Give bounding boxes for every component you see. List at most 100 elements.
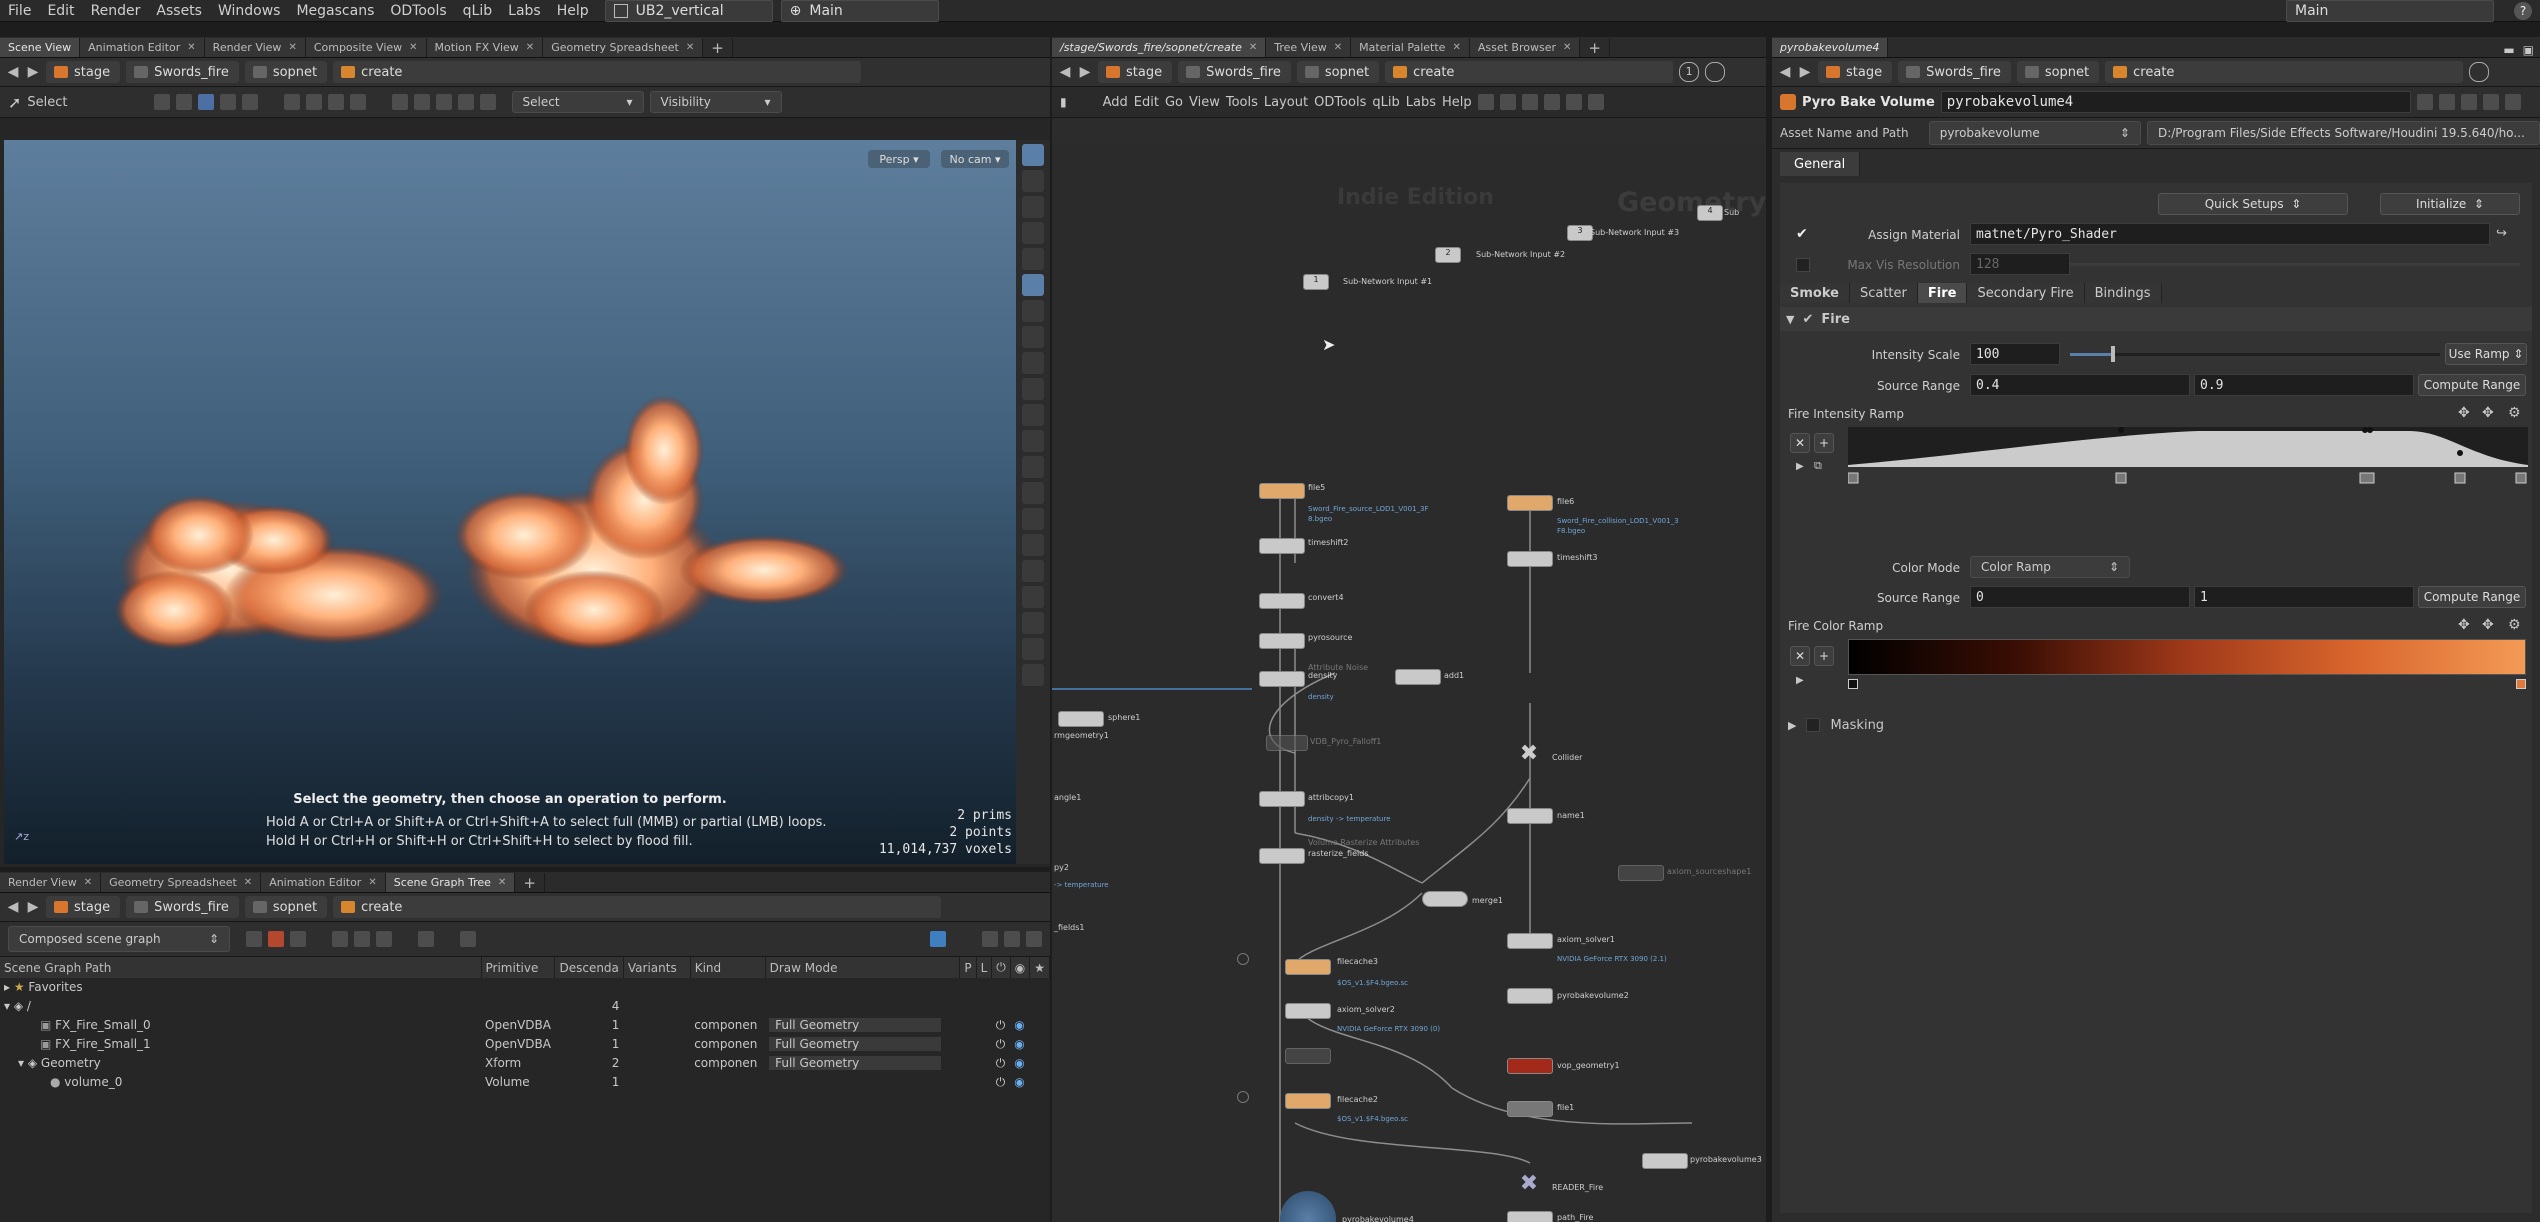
menu-odtools[interactable]: ODTools [1314,95,1366,110]
desktop-combo[interactable]: UB2_vertical [604,0,773,22]
pencil-icon[interactable] [460,931,476,947]
normal-icon[interactable] [1022,456,1044,478]
merge1-node[interactable] [1422,891,1468,907]
box-select-icon[interactable] [283,94,300,110]
file6-node[interactable] [1507,495,1553,511]
object-mode-icon[interactable] [197,94,214,110]
assign-material-checkbox[interactable]: ✔ [1796,226,1812,242]
table-row[interactable]: ▾ ◈ Geometry Xform 2 componen Full Geome… [0,1053,1050,1073]
remove-key-button[interactable]: ✕ [1790,433,1810,453]
add-color-key-button[interactable]: + [1814,646,1834,666]
fire-enable-check-icon[interactable]: ✔ [1802,312,1813,327]
ramp-key[interactable] [2457,450,2463,456]
add1-node[interactable] [1395,669,1441,685]
select-groups-icon[interactable] [413,94,430,110]
tab-scene-graph-tree[interactable]: Scene Graph Tree ✕ [385,873,516,892]
info-icon[interactable] [2482,94,2499,110]
crumb-swords-fire[interactable]: Swords_fire [1898,61,2011,83]
pyrobakevolume3-node[interactable] [1642,1153,1688,1169]
crumb-create[interactable]: create [2105,61,2464,83]
select-visible-icon[interactable] [435,94,452,110]
layout-icon[interactable] [1499,94,1516,110]
tab-smoke[interactable]: Smoke [1780,283,1850,303]
grid-icon[interactable] [1543,94,1560,110]
network-canvas[interactable]: Indie Edition Geometry 1 Sub-Network Inp… [1052,143,1766,1222]
name1-node[interactable] [1507,808,1553,824]
table-row[interactable]: ▾ ◈ / 4 [0,996,1050,1016]
collection-icon[interactable] [246,931,262,947]
col-p[interactable]: P [959,957,977,978]
menu-go[interactable]: Go [1165,95,1183,110]
source-range2-max-field[interactable]: 1 [2194,586,2414,608]
list-icon[interactable] [1565,94,1582,110]
camera-snapshot-icon[interactable] [1004,931,1020,947]
note-icon[interactable] [1521,94,1538,110]
node-name-field[interactable]: pyrobakevolume4 [1940,91,2411,113]
palette-icon[interactable] [1587,94,1604,110]
tab-material-palette[interactable]: Material Palette ✕ [1351,38,1470,57]
hda-icon[interactable] [2438,94,2455,110]
menu-qlib[interactable]: qLib [1372,95,1399,110]
uv-icon[interactable] [1022,560,1044,582]
collapse-circle-icon[interactable] [1237,953,1249,965]
jump-icon[interactable]: ↪ [2496,226,2507,241]
camera-menu[interactable]: No cam ▾ [941,150,1009,168]
crumb-swords-fire[interactable]: Swords_fire [126,896,239,918]
density-node[interactable] [1259,671,1305,687]
close-icon[interactable]: ✕ [498,877,506,888]
close-icon[interactable]: ✕ [1249,42,1257,53]
expand-icon[interactable]: ▾ [4,999,14,1013]
network-toolbar-arrow-icon[interactable]: ▮ [1060,95,1067,109]
col-descendants[interactable]: Descenda [554,957,624,978]
menu-edit[interactable]: Edit [39,3,82,19]
forward-icon[interactable]: ▶ [26,899,40,915]
ramp-marker[interactable] [2359,472,2375,484]
move-keys-icon[interactable]: ✥ [2458,617,2470,633]
reader-fire-null-icon[interactable]: ✖ [1514,1173,1544,1195]
point-mode-icon[interactable] [219,94,236,110]
close-icon[interactable]: ✕ [368,877,376,888]
secure-select-icon[interactable] [391,94,408,110]
tab-render-view[interactable]: Render View ✕ [204,38,306,57]
help-icon[interactable] [1026,931,1042,947]
use-ramp-dropdown[interactable]: Use Ramp ⇕ [2445,343,2527,365]
lasso-select-icon[interactable] [305,94,322,110]
light-icon[interactable] [1022,222,1044,244]
menu-render[interactable]: Render [83,3,149,19]
max-vis-field[interactable]: 128 [1970,253,2070,275]
row-draw[interactable]: Full Geometry [765,1053,960,1073]
path-fire-node[interactable] [1507,1211,1553,1222]
handle-icon[interactable] [1022,352,1044,374]
source-range2-min-field[interactable]: 0 [1970,586,2190,608]
compute-range-button[interactable]: Compute Range [2418,374,2526,396]
fire-folder-header[interactable]: ▼ ✔ Fire [1780,307,2532,331]
maximize-icon[interactable]: ▣ [2523,43,2534,57]
info-icon[interactable]: 1 [1679,62,1700,82]
menu-windows[interactable]: Windows [210,3,289,19]
row-draw[interactable]: Full Geometry [765,1034,960,1054]
crumb-create[interactable]: create [1385,61,1674,83]
close-icon[interactable]: ✕ [1452,42,1460,53]
slider-handle[interactable] [2110,346,2115,362]
forward-icon[interactable]: ▶ [1078,64,1092,80]
tab-animation-editor[interactable]: Animation Editor ✕ [80,38,205,57]
crumb-swords-fire[interactable]: Swords_fire [126,61,239,83]
backface-icon[interactable] [1022,586,1044,608]
tab-network-path[interactable]: /stage/Swords_fire/sopnet/create ✕ [1052,38,1267,57]
select-whole-icon[interactable] [457,94,474,110]
ramp-marker[interactable] [2454,472,2466,484]
fire-intensity-ramp-graph[interactable] [1848,427,2528,487]
shade-icon[interactable] [1022,612,1044,634]
menu-help[interactable]: Help [549,3,597,19]
lights-icon[interactable] [1022,508,1044,530]
vdb-pyro-falloff-node[interactable] [1266,735,1308,751]
remove-color-key-button[interactable]: ✕ [1790,646,1810,666]
max-vis-checkbox[interactable] [1796,258,1810,272]
tab-scene-view[interactable]: Scene View [0,38,81,57]
help-icon[interactable] [2504,94,2521,110]
add-tab-button[interactable]: + [515,873,545,892]
expand-icon[interactable]: ▾ [18,1056,28,1070]
back-icon[interactable]: ◀ [6,64,20,80]
ramp-mode-icon[interactable]: ⧉ [1814,459,1822,473]
fire-color-ramp-gradient[interactable] [1848,639,2526,675]
